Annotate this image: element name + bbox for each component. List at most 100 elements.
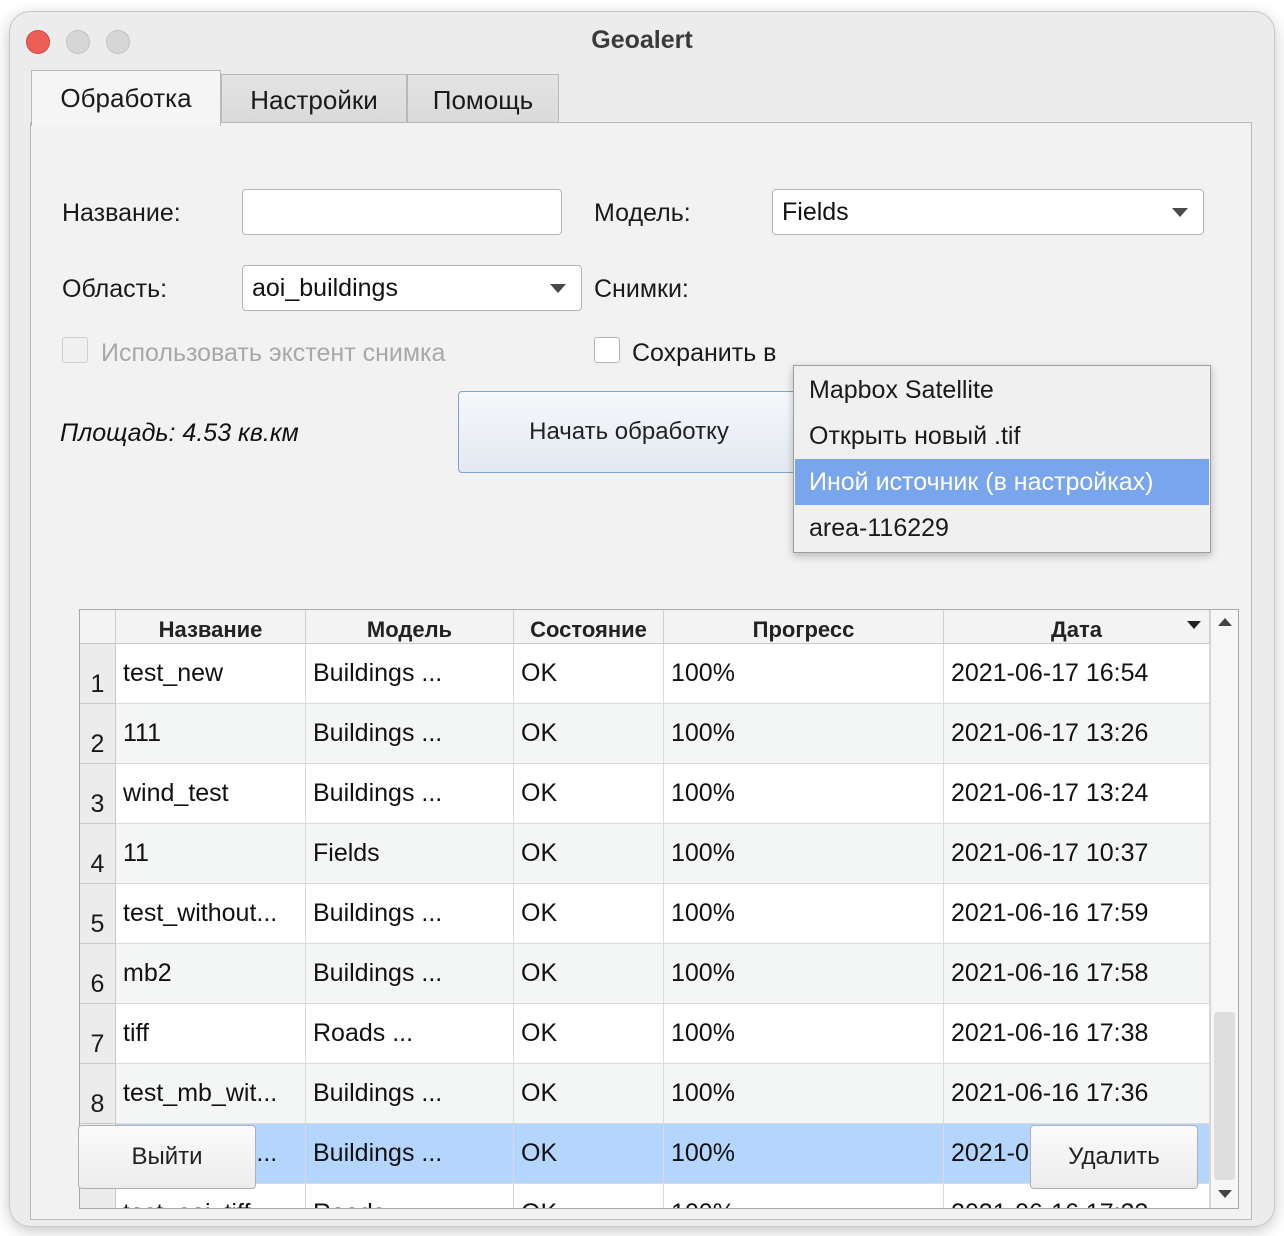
column-header-state[interactable]: Состояние	[514, 610, 664, 644]
scroll-down-icon[interactable]	[1218, 1190, 1232, 1198]
row-number: 4	[80, 824, 116, 884]
row-number: 1	[80, 644, 116, 704]
cell-state: OK	[514, 704, 664, 764]
row-number: 3	[80, 764, 116, 824]
area-size-text: Площадь: 4.53 кв.км	[60, 419, 299, 447]
table-row[interactable]: 7 tiff Roads ... OK 100% 2021-06-16 17:3…	[80, 1004, 1210, 1064]
cell-date: 2021-06-16 17:38	[944, 1004, 1210, 1064]
cell-date: 2021-06-16 17:58	[944, 944, 1210, 1004]
model-select[interactable]: Fields	[772, 189, 1204, 235]
cell-model: Buildings ...	[306, 1064, 514, 1124]
table-row[interactable]: 3 wind_test Buildings ... OK 100% 2021-0…	[80, 764, 1210, 824]
use-extent-label: Использовать экстент снимка	[101, 339, 446, 367]
processings-table: Название Модель Состояние Прогресс Дата …	[79, 609, 1239, 1209]
cell-name: mb2	[116, 944, 306, 1004]
model-select-value: Fields	[782, 197, 849, 226]
cell-date: 2021-06-17 16:54	[944, 644, 1210, 704]
cell-name: wind_test	[116, 764, 306, 824]
app-window: Geoalert Обработка Настройки Помощь Назв…	[10, 12, 1274, 1226]
column-header-name[interactable]: Название	[116, 610, 306, 644]
cell-state: OK	[514, 1004, 664, 1064]
images-option-mapbox[interactable]: Mapbox Satellite	[795, 367, 1209, 413]
cell-name: test_mb_wit...	[116, 1064, 306, 1124]
row-number-header	[80, 610, 116, 644]
use-extent-checkbox[interactable]	[62, 337, 88, 363]
tab-settings[interactable]: Настройки	[221, 74, 407, 126]
save-checkbox[interactable]	[594, 337, 620, 363]
title-bar: Geoalert	[10, 12, 1274, 70]
cell-state: OK	[514, 824, 664, 884]
cell-model: Buildings ...	[306, 1124, 514, 1184]
column-header-progress[interactable]: Прогресс	[664, 610, 944, 644]
table-row[interactable]: 2 111 Buildings ... OK 100% 2021-06-17 1…	[80, 704, 1210, 764]
row-number: 2	[80, 704, 116, 764]
cell-state: OK	[514, 644, 664, 704]
cell-model: Roads ...	[306, 1184, 514, 1208]
row-number: 7	[80, 1004, 116, 1064]
cell-progress: 100%	[664, 644, 944, 704]
model-label: Модель:	[594, 199, 691, 227]
scroll-up-icon[interactable]	[1218, 618, 1232, 626]
save-label: Сохранить в	[632, 339, 777, 367]
cell-date: 2021-06-16 17:36	[944, 1064, 1210, 1124]
tab-processing[interactable]: Обработка	[31, 70, 221, 126]
cell-progress: 100%	[664, 1124, 944, 1184]
column-header-date[interactable]: Дата	[944, 610, 1210, 644]
chevron-down-icon	[1172, 207, 1188, 217]
row-number: 6	[80, 944, 116, 1004]
cell-model: Buildings ...	[306, 764, 514, 824]
cell-date: 2021-06-17 13:26	[944, 704, 1210, 764]
cell-progress: 100%	[664, 1004, 944, 1064]
images-option-open-tif[interactable]: Открыть новый .tif	[795, 413, 1209, 459]
cell-progress: 100%	[664, 1184, 944, 1208]
cell-name: tiff	[116, 1004, 306, 1064]
cell-date: 2021-06-16 17:59	[944, 884, 1210, 944]
table-row[interactable]: 1 test_new Buildings ... OK 100% 2021-06…	[80, 644, 1210, 704]
cell-state: OK	[514, 1124, 664, 1184]
column-header-model[interactable]: Модель	[306, 610, 514, 644]
window-title: Geoalert	[591, 26, 693, 54]
name-input[interactable]	[242, 189, 562, 235]
table-row[interactable]: 8 test_mb_wit... Buildings ... OK 100% 2…	[80, 1064, 1210, 1124]
area-select-value: aoi_buildings	[252, 273, 398, 302]
chevron-down-icon	[550, 283, 566, 293]
cell-name: 11	[116, 824, 306, 884]
cell-state: OK	[514, 764, 664, 824]
start-processing-button[interactable]: Начать обработку	[458, 391, 800, 473]
cell-progress: 100%	[664, 884, 944, 944]
cell-progress: 100%	[664, 944, 944, 1004]
images-label: Снимки:	[594, 275, 689, 303]
processing-panel: Название: Модель: Fields Область: aoi_bu…	[30, 122, 1252, 1220]
table-scrollbar[interactable]	[1210, 610, 1238, 1208]
cell-name: 111	[116, 704, 306, 764]
table-row[interactable]: 4 11 Fields OK 100% 2021-06-17 10:37	[80, 824, 1210, 884]
scrollbar-thumb[interactable]	[1214, 1012, 1235, 1180]
area-select[interactable]: aoi_buildings	[242, 265, 582, 311]
cell-state: OK	[514, 1184, 664, 1208]
cell-state: OK	[514, 884, 664, 944]
cell-date: 2021-06-17 13:24	[944, 764, 1210, 824]
tab-help[interactable]: Помощь	[407, 74, 559, 126]
delete-button[interactable]: Удалить	[1030, 1125, 1198, 1189]
cell-state: OK	[514, 1064, 664, 1124]
name-label: Название:	[62, 199, 181, 227]
images-option-other-source[interactable]: Иной источник (в настройках)	[795, 459, 1209, 505]
cell-model: Buildings ...	[306, 944, 514, 1004]
cell-progress: 100%	[664, 704, 944, 764]
cell-progress: 100%	[664, 1064, 944, 1124]
cell-progress: 100%	[664, 824, 944, 884]
cell-model: Buildings ...	[306, 704, 514, 764]
area-label: Область:	[62, 275, 168, 303]
column-header-date-label: Дата	[1051, 617, 1102, 642]
exit-button[interactable]: Выйти	[78, 1125, 256, 1189]
cell-model: Fields	[306, 824, 514, 884]
sort-descending-icon	[1187, 621, 1201, 629]
images-option-area[interactable]: area-116229	[795, 505, 1209, 551]
cell-date: 2021-06-17 10:37	[944, 824, 1210, 884]
table-row[interactable]: 5 test_without... Buildings ... OK 100% …	[80, 884, 1210, 944]
table-row[interactable]: 6 mb2 Buildings ... OK 100% 2021-06-16 1…	[80, 944, 1210, 1004]
images-dropdown-menu: Mapbox Satellite Открыть новый .tif Иной…	[793, 365, 1211, 553]
cell-name: test_without...	[116, 884, 306, 944]
cell-model: Roads ...	[306, 1004, 514, 1064]
cell-model: Buildings ...	[306, 644, 514, 704]
